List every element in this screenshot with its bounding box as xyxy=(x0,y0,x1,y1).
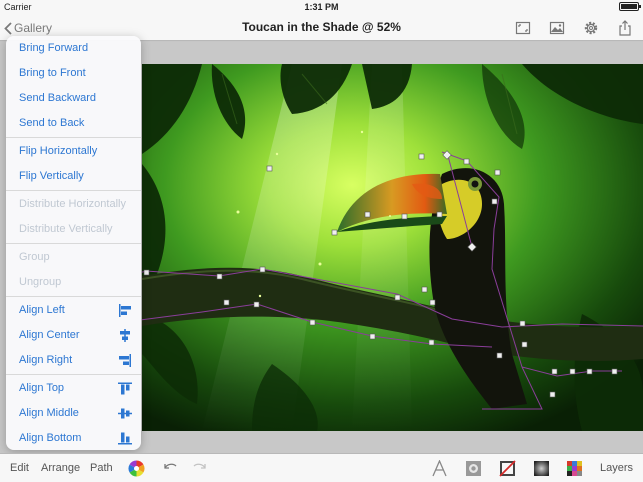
swatches-icon[interactable] xyxy=(566,460,583,477)
align-center-icon xyxy=(120,329,130,342)
align-left-icon xyxy=(119,304,131,317)
align-top-icon xyxy=(118,382,132,395)
gradient-icon[interactable] xyxy=(533,460,550,477)
toucan-artwork[interactable] xyxy=(142,64,643,431)
menu-item-align-center[interactable]: Align Center xyxy=(6,323,141,348)
menu-item-bring-to-front[interactable]: Bring to Front xyxy=(6,61,141,86)
menu-item-label: Align Middle xyxy=(19,407,79,419)
menu-item-label: Distribute Vertically xyxy=(19,223,113,235)
menu-item-label: Align Bottom xyxy=(19,432,82,444)
mask-icon[interactable] xyxy=(499,460,516,477)
menu-item-ungroup: Ungroup xyxy=(6,270,141,295)
undo-icon[interactable] xyxy=(161,460,178,477)
menu-item-label: Align Left xyxy=(19,304,65,316)
menu-item-distribute-horizontally: Distribute Horizontally xyxy=(6,192,141,217)
menu-item-distribute-vertically: Distribute Vertically xyxy=(6,217,141,242)
color-wheel-icon[interactable] xyxy=(128,460,145,477)
menu-item-label: Send to Back xyxy=(19,117,85,129)
menu-item-bring-forward[interactable]: Bring Forward xyxy=(6,36,141,61)
align-middle-icon xyxy=(118,408,132,419)
menu-item-label: Send Backward xyxy=(19,92,97,104)
menu-separator xyxy=(6,137,141,138)
menu-item-label: Bring Forward xyxy=(19,42,89,54)
edit-menu-button[interactable]: Edit xyxy=(10,462,29,474)
shape-tool-icon[interactable] xyxy=(465,460,482,477)
menu-item-label: Flip Vertically xyxy=(19,170,84,182)
menu-separator xyxy=(6,190,141,191)
menu-item-send-backward[interactable]: Send Backward xyxy=(6,86,141,111)
menu-separator xyxy=(6,296,141,297)
document-title: Toucan in the Shade @ 52% xyxy=(242,20,401,34)
menu-separator xyxy=(6,374,141,375)
menu-item-align-left[interactable]: Align Left xyxy=(6,298,141,323)
menu-item-label: Align Center xyxy=(19,329,80,341)
redo-icon[interactable] xyxy=(192,460,209,477)
layers-button[interactable]: Layers xyxy=(600,462,633,474)
battery-indicator xyxy=(619,2,641,11)
fullscreen-icon[interactable] xyxy=(515,20,531,36)
menu-item-align-middle[interactable]: Align Middle xyxy=(6,401,141,426)
menu-item-label: Flip Horizontally xyxy=(19,145,98,157)
menu-separator xyxy=(6,243,141,244)
menu-item-label: Group xyxy=(19,251,50,263)
share-icon[interactable] xyxy=(617,20,633,36)
menu-item-label: Ungroup xyxy=(19,276,62,288)
menu-item-align-top[interactable]: Align Top xyxy=(6,376,141,401)
battery-icon xyxy=(619,2,641,11)
menu-item-group: Group xyxy=(6,245,141,270)
menu-item-label: Distribute Horizontally xyxy=(19,198,126,210)
menu-item-label: Align Top xyxy=(19,382,65,394)
menu-item-align-bottom[interactable]: Align Bottom xyxy=(6,426,141,450)
settings-gear-icon[interactable] xyxy=(583,20,599,36)
status-bar: Carrier 1:31 PM xyxy=(0,0,643,14)
align-bottom-icon xyxy=(118,432,132,445)
bottom-toolbar: Edit Arrange Path Layers xyxy=(0,453,643,482)
menu-item-flip-horizontally[interactable]: Flip Horizontally xyxy=(6,139,141,164)
menu-item-align-right[interactable]: Align Right xyxy=(6,348,141,373)
menu-item-label: Bring to Front xyxy=(19,67,86,79)
arrange-menu-button[interactable]: Arrange xyxy=(41,462,80,474)
menu-item-send-to-back[interactable]: Send to Back xyxy=(6,111,141,136)
menu-item-label: Align Right xyxy=(19,354,73,366)
arrange-popover-menu: Bring Forward Bring to Front Send Backward… xyxy=(6,36,141,450)
clock: 1:31 PM xyxy=(304,2,339,12)
align-right-icon xyxy=(119,354,131,367)
text-tool-icon[interactable] xyxy=(431,460,448,477)
path-menu-button[interactable]: Path xyxy=(90,462,113,474)
menu-item-flip-vertically[interactable]: Flip Vertically xyxy=(6,164,141,189)
image-icon[interactable] xyxy=(549,20,565,36)
